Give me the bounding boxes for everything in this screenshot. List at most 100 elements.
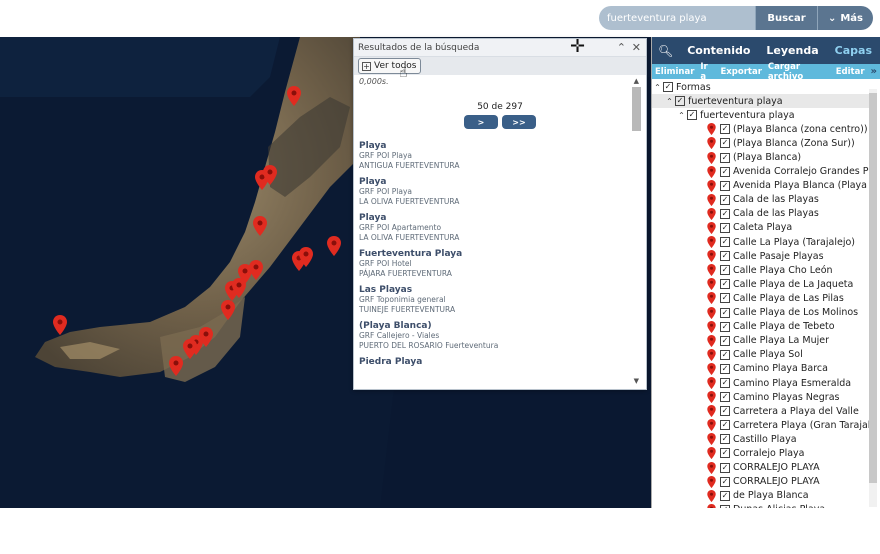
checkbox-icon[interactable]: ✓ xyxy=(720,124,730,135)
checkbox-icon[interactable]: ✓ xyxy=(720,504,730,508)
collapse-icon[interactable]: ⌃ xyxy=(617,41,626,54)
tree-item[interactable]: ✓ Cala de las Playas xyxy=(652,193,869,207)
map-pin-icon[interactable] xyxy=(249,260,263,280)
checkbox-icon[interactable]: ✓ xyxy=(720,462,730,473)
list-item[interactable]: Piedra Playa xyxy=(359,357,629,367)
checkbox-icon[interactable]: ✓ xyxy=(720,251,730,262)
checkbox-icon[interactable]: ✓ xyxy=(720,434,730,445)
tree-item[interactable]: ✓ (Playa Blanca (Zona Sur)) xyxy=(652,136,869,150)
cargar-archivo-action[interactable]: Cargar archivo xyxy=(768,62,830,82)
checkbox-icon[interactable]: ✓ xyxy=(720,138,730,149)
tree-subgroup[interactable]: ⌃ ✓ fuerteventura playa xyxy=(652,108,869,122)
checkbox-icon[interactable]: ✓ xyxy=(720,349,730,360)
tree-item[interactable]: ✓ Carretera a Playa del Valle xyxy=(652,404,869,418)
checkbox-icon[interactable]: ✓ xyxy=(720,265,730,276)
eliminar-action[interactable]: Eliminar xyxy=(655,67,694,77)
tree-item[interactable]: ✓ Cala de las Playas xyxy=(652,207,869,221)
tree-item[interactable]: ✓Dunas Alicias Playa xyxy=(652,503,869,508)
map-pin-icon[interactable] xyxy=(253,216,267,236)
checkbox-icon[interactable]: ✓ xyxy=(720,194,730,205)
collapse-icon[interactable]: ⌃ xyxy=(664,97,675,106)
tree-item[interactable]: ✓ Calle Playa La Mujer xyxy=(652,334,869,348)
search-input[interactable] xyxy=(599,6,755,30)
exportar-action[interactable]: Exportar xyxy=(720,67,761,77)
checkbox-icon[interactable]: ✓ xyxy=(720,166,730,177)
checkbox-icon[interactable]: ✓ xyxy=(720,420,730,431)
search-button[interactable]: Buscar xyxy=(755,6,817,30)
tree-item[interactable]: ✓ Camino Playa Esmeralda xyxy=(652,376,869,390)
map-pin-icon[interactable] xyxy=(221,300,235,320)
checkbox-icon[interactable]: ✓ xyxy=(675,96,685,107)
checkbox-icon[interactable]: ✓ xyxy=(720,180,730,191)
tree-item[interactable]: ✓ de Playa Blanca xyxy=(652,489,869,503)
tree-group[interactable]: ⌃ ✓ fuerteventura playa xyxy=(652,94,869,109)
tree-item[interactable]: ✓ Castillo Playa xyxy=(652,432,869,446)
tree-item[interactable]: ✓ Calle La Playa (Tarajalejo) xyxy=(652,235,869,249)
list-item[interactable]: Playa GRF POI Playa LA OLIVA FUERTEVENTU… xyxy=(359,177,629,207)
scroll-down-icon[interactable]: ▼ xyxy=(634,377,639,385)
checkbox-icon[interactable]: ✓ xyxy=(687,110,697,121)
tree-item[interactable]: ✓ Corralejo Playa xyxy=(652,446,869,460)
tree-item[interactable]: ✓ Carretera Playa (Gran Tarajal xyxy=(652,418,869,432)
move-icon[interactable]: ✛ xyxy=(570,38,585,56)
checkbox-icon[interactable]: ✓ xyxy=(720,279,730,290)
ir-a-action[interactable]: Ir a xyxy=(700,62,714,82)
tab-leyenda[interactable]: Leyenda xyxy=(758,44,826,57)
checkbox-icon[interactable]: ✓ xyxy=(720,208,730,219)
checkbox-icon[interactable]: ✓ xyxy=(720,293,730,304)
tree-item[interactable]: ✓ Calle Playa de Las Pilas xyxy=(652,291,869,305)
tree-item[interactable]: ✓ Avenida Corralejo Grandes Pl xyxy=(652,165,869,179)
checkbox-icon[interactable]: ✓ xyxy=(720,307,730,318)
map-pin-icon[interactable] xyxy=(169,356,183,376)
scroll-up-icon[interactable]: ▲ xyxy=(634,77,639,85)
next-page-button[interactable]: > xyxy=(464,115,498,129)
list-item[interactable]: (Playa Blanca) GRF Callejero - Viales PU… xyxy=(359,321,629,351)
tree-item[interactable]: ✓ Calle Playa de Los Molinos xyxy=(652,306,869,320)
tree-item[interactable]: ✓ Calle Pasaje Playas xyxy=(652,249,869,263)
map-pin-icon[interactable] xyxy=(327,236,341,256)
tree-item[interactable]: ✓ CORRALEJO PLAYA xyxy=(652,461,869,475)
checkbox-icon[interactable]: ✓ xyxy=(720,237,730,248)
map-pin-icon[interactable] xyxy=(53,315,67,335)
checkbox-icon[interactable]: ✓ xyxy=(720,406,730,417)
tree-item[interactable]: ✓ Camino Playas Negras xyxy=(652,390,869,404)
tree-item[interactable]: ✓ Caleta Playa xyxy=(652,221,869,235)
tree-item[interactable]: ✓ Calle Playa Sol xyxy=(652,348,869,362)
checkbox-icon[interactable]: ✓ xyxy=(720,378,730,389)
checkbox-icon[interactable]: ✓ xyxy=(720,152,730,163)
search-icon[interactable]: 🔍︎ xyxy=(652,44,679,58)
popup-title-bar[interactable]: Resultados de la búsqueda ✛ ⌃ ✕ xyxy=(354,38,646,57)
checkbox-icon[interactable]: ✓ xyxy=(663,82,673,93)
tree-item[interactable]: ✓ Calle Playa de Tebeto xyxy=(652,320,869,334)
list-item[interactable]: Las Playas GRF Toponimia general TUINEJE… xyxy=(359,285,629,315)
close-icon[interactable]: ✕ xyxy=(632,41,641,54)
tree-item[interactable]: ✓ CORRALEJO PLAYA xyxy=(652,475,869,489)
tree-item[interactable]: ✓ Avenida Playa Blanca (Playa xyxy=(652,179,869,193)
tree-item[interactable]: ✓ Calle Playa de La Jaqueta xyxy=(652,277,869,291)
more-button[interactable]: ⌄ Más xyxy=(817,6,873,30)
last-page-button[interactable]: >> xyxy=(502,115,536,129)
editar-action[interactable]: Editar xyxy=(836,67,865,77)
checkbox-icon[interactable]: ✓ xyxy=(720,321,730,332)
checkbox-icon[interactable]: ✓ xyxy=(720,335,730,346)
tab-contenido[interactable]: Contenido xyxy=(679,44,758,57)
tree-item[interactable]: ✓ (Playa Blanca) xyxy=(652,150,869,164)
list-item[interactable]: Playa GRF POI Playa ANTIGUA FUERTEVENTUR… xyxy=(359,141,629,171)
tree-item[interactable]: ✓ (Playa Blanca (zona centro)) xyxy=(652,122,869,136)
checkbox-icon[interactable]: ✓ xyxy=(720,392,730,403)
list-item[interactable]: Playa GRF POI Apartamento LA OLIVA FUERT… xyxy=(359,213,629,243)
popup-scrollbar-thumb[interactable] xyxy=(632,87,641,131)
checkbox-icon[interactable]: ✓ xyxy=(720,476,730,487)
map-pin-icon[interactable] xyxy=(263,165,277,185)
more-actions-button[interactable]: » xyxy=(871,66,880,77)
tree-root[interactable]: ⌃ ✓ Formas xyxy=(652,80,869,94)
map-pin-icon[interactable] xyxy=(183,339,197,359)
collapse-icon[interactable]: ⌃ xyxy=(652,83,663,92)
map-pin-icon[interactable] xyxy=(299,247,313,267)
checkbox-icon[interactable]: ✓ xyxy=(720,490,730,501)
checkbox-icon[interactable]: ✓ xyxy=(720,448,730,459)
panel-scrollbar-thumb[interactable] xyxy=(869,93,877,483)
tab-capas[interactable]: Capas xyxy=(827,44,880,57)
tree-item[interactable]: ✓ Calle Playa Cho León xyxy=(652,263,869,277)
list-item[interactable]: Fuerteventura Playa GRF POI Hotel PÁJARA… xyxy=(359,249,629,279)
